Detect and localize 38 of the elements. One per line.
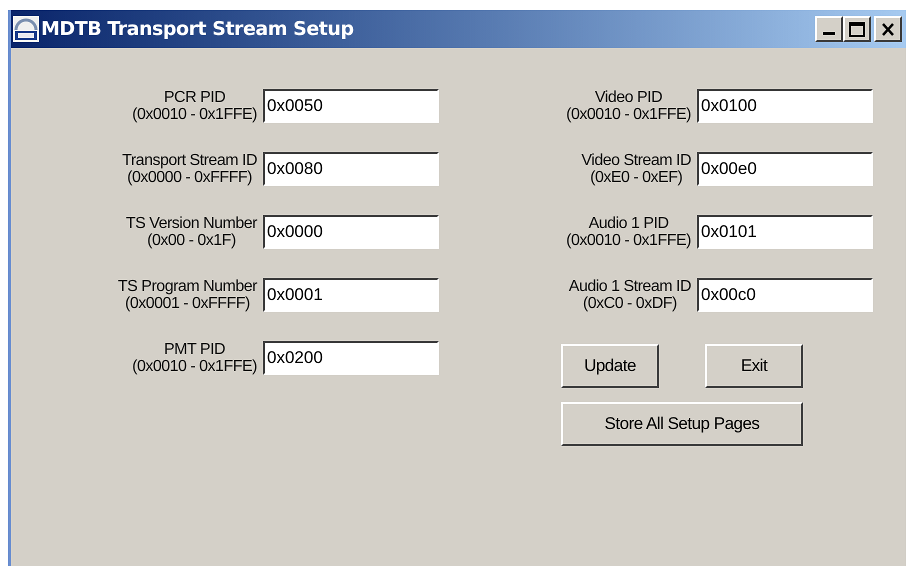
field-label: PCR PID bbox=[164, 89, 226, 106]
field-range: (0x00 - 0x1F) bbox=[147, 232, 236, 249]
input-field[interactable]: 0x0101 bbox=[697, 215, 873, 249]
input-field[interactable]: 0x0000 bbox=[263, 215, 439, 249]
field-label: Transport Stream ID bbox=[122, 152, 257, 169]
field-range: (0x0010 - 0x1FFE) bbox=[566, 106, 691, 123]
field-range: (0x0010 - 0x1FFE) bbox=[132, 106, 257, 123]
field-range: (0xC0 - 0xDF) bbox=[582, 295, 677, 312]
field-range: (0x0000 - 0xFFFF) bbox=[127, 169, 252, 186]
input-field[interactable]: 0x0100 bbox=[697, 89, 873, 123]
field-label: TS Version Number bbox=[126, 215, 257, 232]
input-field[interactable]: 0x0080 bbox=[263, 152, 439, 186]
field-label: TS Program Number bbox=[118, 278, 257, 295]
field-range: (0xE0 - 0xEF) bbox=[590, 169, 682, 186]
field-label: Audio 1 Stream ID bbox=[568, 278, 691, 295]
field-label: PMT PID bbox=[164, 341, 226, 358]
input-field[interactable]: 0x0050 bbox=[263, 89, 439, 123]
input-field[interactable]: 0x00e0 bbox=[697, 152, 873, 186]
input-field[interactable]: 0x0001 bbox=[263, 278, 439, 312]
minimize-icon bbox=[823, 32, 835, 35]
field-label: Video Stream ID bbox=[581, 152, 691, 169]
field-label: Audio 1 PID bbox=[588, 215, 668, 232]
minimize-button[interactable] bbox=[815, 16, 843, 42]
input-field[interactable]: 0x00c0 bbox=[697, 278, 873, 312]
close-icon bbox=[881, 22, 895, 36]
dialog-button[interactable]: Exit bbox=[705, 344, 803, 388]
window-title: MDTB Transport Stream Setup bbox=[41, 16, 354, 42]
field-label: Video PID bbox=[594, 89, 662, 106]
dialog-button[interactable]: Store All Setup Pages bbox=[561, 402, 803, 446]
app-logo-icon bbox=[13, 16, 39, 42]
close-button[interactable] bbox=[874, 16, 902, 42]
dialog-button[interactable]: Update bbox=[561, 344, 659, 388]
input-field[interactable]: 0x0200 bbox=[263, 341, 439, 375]
field-range: (0x0010 - 0x1FFE) bbox=[132, 358, 257, 375]
maximize-icon bbox=[849, 22, 865, 36]
maximize-button[interactable] bbox=[843, 16, 871, 42]
field-range: (0x0010 - 0x1FFE) bbox=[566, 232, 691, 249]
field-range: (0x0001 - 0xFFFF) bbox=[125, 295, 250, 312]
